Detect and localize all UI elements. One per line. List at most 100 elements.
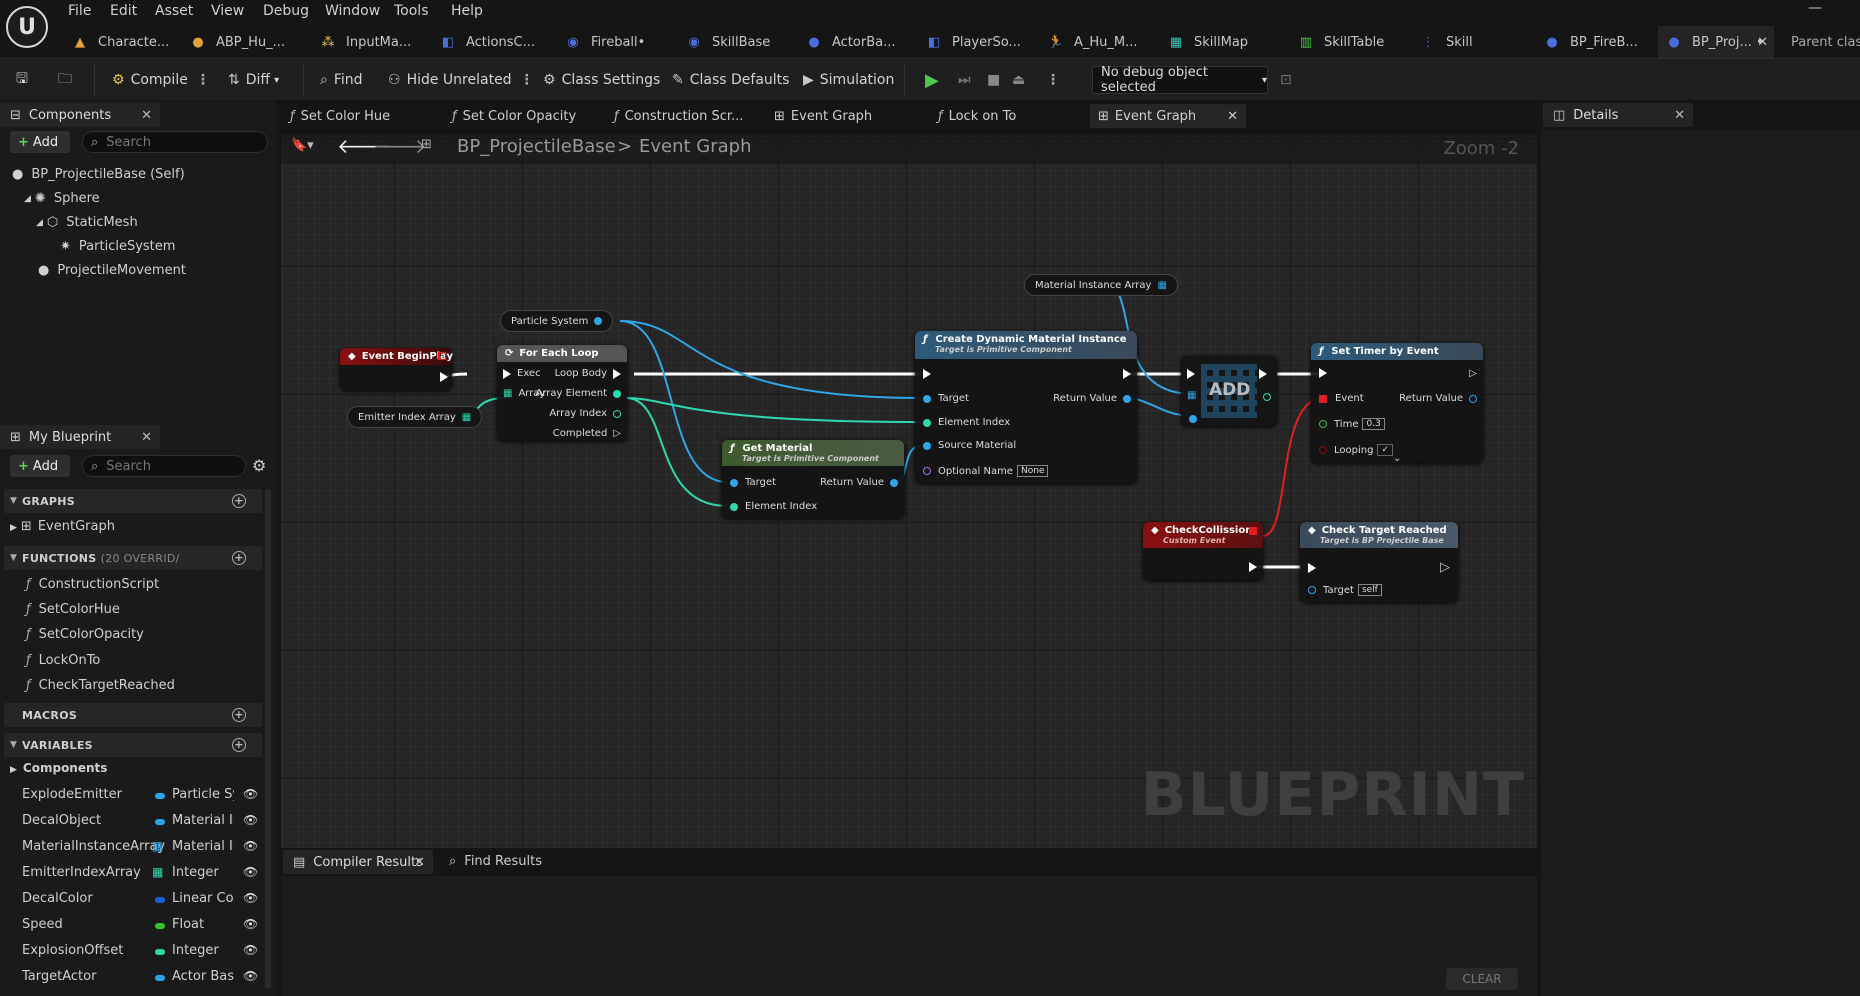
class-settings-button[interactable]: ⚙ Class Settings [543, 68, 660, 92]
asset-tab[interactable]: ▥ SkillTable [1298, 26, 1384, 58]
function-lockonto[interactable]: ƒ LockOnTo [26, 653, 100, 668]
asset-tab[interactable]: ◉ SkillBase [686, 26, 770, 58]
variable-row[interactable]: MaterialInstanceArray▦ Material In 👁 [22, 839, 262, 859]
menu-help[interactable]: Help [451, 3, 483, 19]
play-icon[interactable]: ▶ [925, 68, 939, 92]
object-pin[interactable] [730, 478, 738, 487]
bool-pin[interactable] [1319, 446, 1327, 454]
tab-construction-script[interactable]: ƒ Construction Scr... [614, 104, 743, 128]
tab-event-graph[interactable]: ⊞ Event Graph [774, 104, 872, 128]
exec-out-pin[interactable] [1259, 368, 1267, 383]
exec-out-pin[interactable]: ▷ [613, 428, 621, 439]
int-pin[interactable] [613, 389, 621, 398]
functions-section[interactable]: ▼ FUNCTIONS (20 OVERRID/+ [4, 546, 262, 570]
visibility-eye-icon[interactable]: 👁 [243, 787, 258, 801]
variable-row[interactable]: DecalObject Material In 👁 [22, 813, 262, 833]
hide-unrelated-button[interactable]: ⚇ Hide Unrelated ⋮ [388, 68, 534, 92]
menu-edit[interactable]: Edit [110, 3, 137, 19]
exec-in-pin[interactable] [923, 369, 931, 379]
macros-section[interactable]: MACROS + [4, 703, 262, 727]
variable-row[interactable]: ExplosionOffset Integer 👁 [22, 943, 262, 963]
delegate-pin[interactable] [1319, 394, 1327, 403]
exec-in-pin[interactable] [1308, 562, 1316, 577]
tab-compiler-results[interactable]: ▤ Compiler Results ✕ [283, 850, 433, 874]
delegate-pin[interactable] [1249, 527, 1257, 535]
step-icon[interactable]: ⏭ [958, 68, 971, 92]
visibility-eye-icon[interactable]: 👁 [243, 917, 258, 931]
function-setcolorhue[interactable]: ƒ SetColorHue [26, 602, 120, 617]
close-icon[interactable]: ✕ [414, 855, 425, 870]
components-search-input[interactable]: ⌕ Search [82, 131, 268, 153]
delegate-pin[interactable] [438, 352, 446, 360]
asset-tab[interactable]: ● BP_FireB... [1544, 26, 1637, 58]
close-icon[interactable]: ✕ [1227, 109, 1238, 124]
asset-tab[interactable]: ⁂ InputMa... [320, 26, 412, 58]
variable-row[interactable]: Speed Float 👁 [22, 917, 262, 937]
exec-out-pin[interactable] [440, 371, 448, 386]
array-pin[interactable]: ▦ [1157, 280, 1166, 291]
asset-tab[interactable]: ● ActorBa... [806, 26, 895, 58]
node-material-instance-array[interactable]: Material Instance Array ▦ [1024, 274, 1178, 296]
tab-event-graph-active[interactable]: ⊞ Event Graph ✕ [1090, 104, 1246, 128]
add-variable-icon[interactable]: + [232, 738, 246, 752]
close-icon[interactable]: ✕ [141, 430, 152, 445]
menu-view[interactable]: View [211, 3, 244, 19]
menu-debug[interactable]: Debug [263, 3, 309, 19]
browse-icon[interactable]: 🗀 [58, 68, 72, 92]
class-defaults-button[interactable]: ✎ Class Defaults [672, 68, 789, 92]
components-tab[interactable]: ⊟ Components ✕ [0, 103, 160, 127]
target-input[interactable]: self [1357, 584, 1382, 596]
function-setcoloropacity[interactable]: ƒ SetColorOpacity [26, 627, 144, 642]
exec-in-pin[interactable] [1187, 368, 1195, 383]
component-self[interactable]: ● BP_ProjectileBase (Self) [12, 167, 185, 182]
asset-tab[interactable]: ● ABP_Hu_... [190, 26, 285, 58]
close-icon[interactable]: ✕ [1757, 35, 1768, 50]
component-sphere[interactable]: ◢ ✺ Sphere [24, 191, 100, 206]
my-blueprint-tab[interactable]: ⊞ My Blueprint ✕ [0, 425, 160, 449]
exec-in-pin[interactable] [503, 368, 511, 379]
scrollbar[interactable] [265, 489, 271, 989]
exec-out-pin[interactable]: ▷ [1440, 560, 1450, 575]
object-pin[interactable] [923, 441, 931, 450]
debug-object-select[interactable]: No debug object selected ▾ [1092, 65, 1268, 95]
node-check-collission[interactable]: ◆ CheckCollission Custom Event [1143, 522, 1263, 580]
menu-file[interactable]: File [68, 3, 91, 19]
function-checktargetreached[interactable]: ƒ CheckTargetReached [26, 678, 175, 693]
exec-out-pin[interactable] [1249, 561, 1257, 576]
optional-name-input[interactable]: None [1016, 465, 1049, 477]
node-event-beginplay[interactable]: ◆ Event BeginPlay [340, 348, 453, 390]
simulation-button[interactable]: ▶ Simulation [803, 68, 894, 92]
forward-arrow-icon[interactable]: 🡒 [373, 134, 427, 158]
object-pin[interactable] [890, 478, 898, 487]
function-constructionscript[interactable]: ƒ ConstructionScript [26, 577, 159, 592]
object-pin[interactable] [923, 394, 931, 403]
object-pin[interactable] [1189, 412, 1204, 427]
component-particlesystem[interactable]: ✷ ParticleSystem [60, 239, 175, 254]
unreal-logo-icon[interactable]: U [6, 6, 48, 48]
asset-tab[interactable]: ◧ PlayerSo... [926, 26, 1021, 58]
more-options-icon[interactable]: ⋮ [1046, 68, 1060, 92]
array-pin[interactable]: ▦ [462, 412, 471, 423]
gear-icon[interactable]: ⚙ [252, 456, 266, 475]
graph-eventgraph[interactable]: ▶ ⊞ EventGraph [10, 519, 115, 534]
node-get-material[interactable]: ƒ Get Material Target is Primitive Compone… [722, 440, 904, 518]
menu-tools[interactable]: Tools [394, 3, 429, 19]
int-pin[interactable] [730, 502, 738, 511]
exec-out-pin[interactable] [1123, 369, 1131, 379]
component-projectilemovement[interactable]: ● ProjectileMovement [38, 263, 186, 278]
int-pin[interactable] [1263, 390, 1271, 405]
breadcrumb-root[interactable]: BP_ProjectileBase [457, 136, 616, 157]
save-icon[interactable]: 🖫 [16, 68, 28, 92]
node-create-dynamic-material-instance[interactable]: ƒ Create Dynamic Material Instance Target … [915, 331, 1137, 483]
node-particle-system[interactable]: Particle System [500, 310, 614, 332]
asset-tab-active[interactable]: ● BP_Proj... • ✕ [1658, 26, 1774, 58]
chevron-down-icon[interactable]: ⌄ [1393, 453, 1401, 464]
asset-tab[interactable]: ◉ Fireball• [565, 26, 645, 58]
debug-filter-icon[interactable]: ⊡ [1280, 68, 1292, 92]
clear-button[interactable]: CLEAR [1446, 968, 1518, 990]
details-tab[interactable]: ◫ Details ✕ [1543, 103, 1693, 127]
asset-tab[interactable]: ◧ ActionsC... [440, 26, 535, 58]
visibility-eye-icon[interactable]: 👁 [243, 839, 258, 853]
node-for-each-loop[interactable]: ⟳ For Each Loop Exec ▦ Array Loop Body Arr… [497, 345, 627, 441]
menu-window[interactable]: Window [325, 3, 380, 19]
